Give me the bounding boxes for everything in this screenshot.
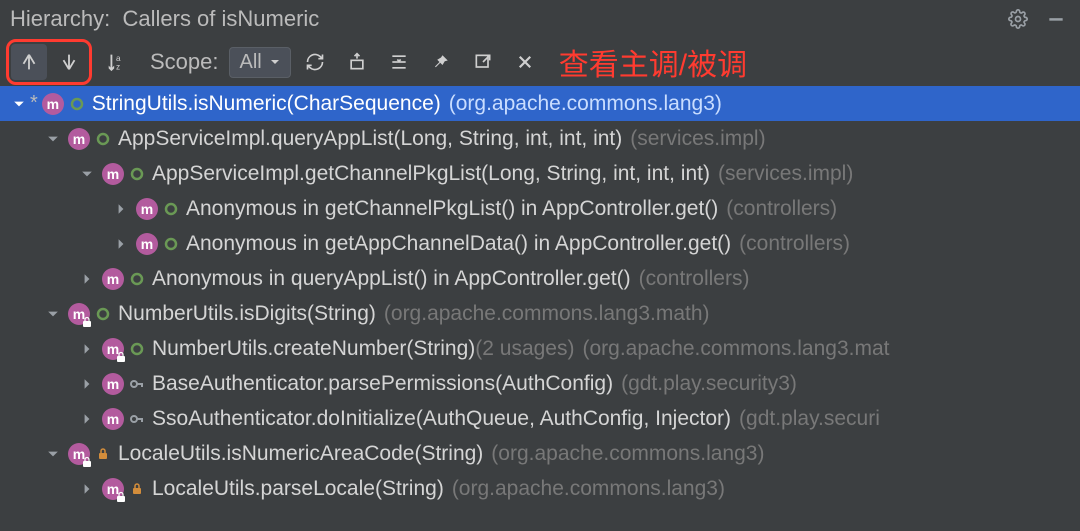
sort-alpha-button[interactable]: az xyxy=(98,44,134,80)
method-badge-icon: m xyxy=(102,163,124,185)
expand-all-button[interactable] xyxy=(381,44,417,80)
package-label: (controllers) xyxy=(726,197,837,221)
method-badge-icon: m xyxy=(68,303,90,325)
method-signature: LocaleUtils.parseLocale(String) xyxy=(152,477,444,501)
tree-row[interactable]: m SsoAuthenticator.doInitialize(AuthQueue… xyxy=(0,401,1080,436)
package-label: (gdt.play.security3) xyxy=(621,372,797,396)
method-signature: Anonymous in queryAppList() in AppContro… xyxy=(152,267,631,291)
expand-arrow[interactable] xyxy=(76,413,98,425)
titlebar: Hierarchy: Callers of isNumeric xyxy=(0,0,1080,38)
expand-arrow[interactable] xyxy=(8,98,30,110)
expand-arrow[interactable] xyxy=(76,273,98,285)
method-badge-icon: m xyxy=(102,408,124,430)
method-signature: AppServiceImpl.getChannelPkgList(Long, S… xyxy=(152,162,710,186)
expand-arrow[interactable] xyxy=(42,308,64,320)
tree-row[interactable]: m BaseAuthenticator.parsePermissions(Auth… xyxy=(0,366,1080,401)
package-label: (org.apache.commons.lang3) xyxy=(452,477,725,501)
star-icon: * xyxy=(30,92,38,115)
tree-row[interactable]: m NumberUtils.createNumber(String)(2 usag… xyxy=(0,331,1080,366)
visibility-icon xyxy=(128,377,146,391)
visibility-icon xyxy=(128,412,146,426)
annotation-text: 查看主调/被调 xyxy=(559,40,747,84)
visibility-icon xyxy=(128,167,146,181)
usages-count: (2 usages) xyxy=(475,337,574,361)
method-signature: LocaleUtils.isNumericAreaCode(String) xyxy=(118,442,483,466)
expand-arrow[interactable] xyxy=(42,133,64,145)
visibility-icon xyxy=(94,447,112,461)
method-signature: BaseAuthenticator.parsePermissions(AuthC… xyxy=(152,372,613,396)
method-badge-icon: m xyxy=(102,268,124,290)
tree-row[interactable]: m Anonymous in getChannelPkgList() in App… xyxy=(0,191,1080,226)
tree-row[interactable]: m Anonymous in getAppChannelData() in App… xyxy=(0,226,1080,261)
callers-button[interactable] xyxy=(11,44,47,80)
visibility-icon xyxy=(128,482,146,496)
package-label: (controllers) xyxy=(639,267,750,291)
pin-button[interactable] xyxy=(423,44,459,80)
expand-arrow[interactable] xyxy=(76,343,98,355)
hierarchy-title: Hierarchy: Callers of isNumeric xyxy=(10,6,319,32)
method-badge-icon: m xyxy=(102,373,124,395)
expand-arrow[interactable] xyxy=(110,238,132,250)
visibility-icon xyxy=(162,202,180,216)
svg-text:z: z xyxy=(116,62,120,71)
tree-row[interactable]: *m StringUtils.isNumeric(CharSequence) (or… xyxy=(0,86,1080,121)
method-signature: Anonymous in getChannelPkgList() in AppC… xyxy=(186,197,718,221)
minimize-icon[interactable] xyxy=(1042,5,1070,33)
method-badge-icon: m xyxy=(136,198,158,220)
expand-arrow[interactable] xyxy=(76,483,98,495)
package-label: (org.apache.commons.lang3) xyxy=(491,442,764,466)
method-badge-icon: m xyxy=(102,478,124,500)
scope-select[interactable]: All xyxy=(229,47,291,78)
expand-arrow[interactable] xyxy=(76,378,98,390)
chevron-down-icon xyxy=(270,57,280,67)
export-button[interactable] xyxy=(465,44,501,80)
tree-row[interactable]: m LocaleUtils.parseLocale(String) (org.apa… xyxy=(0,471,1080,506)
method-badge-icon: m xyxy=(102,338,124,360)
expand-arrow[interactable] xyxy=(76,168,98,180)
tree-row[interactable]: m AppServiceImpl.getChannelPkgList(Long, … xyxy=(0,156,1080,191)
caller-callee-toggle-group xyxy=(6,39,92,85)
package-label: (services.impl) xyxy=(630,127,765,151)
method-signature: NumberUtils.createNumber(String) xyxy=(152,337,475,361)
method-badge-icon: m xyxy=(68,128,90,150)
call-hierarchy-tree[interactable]: *mStringUtils.isNumeric(CharSequence)(or… xyxy=(0,86,1080,506)
gear-icon[interactable] xyxy=(1004,5,1032,33)
package-label: (gdt.play.securi xyxy=(739,407,880,431)
method-badge-icon: m xyxy=(136,233,158,255)
method-signature: AppServiceImpl.queryAppList(Long, String… xyxy=(118,127,622,151)
method-badge-icon: m xyxy=(68,443,90,465)
tree-row[interactable]: m AppServiceImpl.queryAppList(Long, Strin… xyxy=(0,121,1080,156)
visibility-icon xyxy=(128,272,146,286)
visibility-icon xyxy=(94,307,112,321)
package-label: (org.apache.commons.lang3) xyxy=(449,92,722,116)
autoscroll-source-button[interactable] xyxy=(339,44,375,80)
method-signature: StringUtils.isNumeric(CharSequence) xyxy=(92,92,441,116)
expand-arrow[interactable] xyxy=(110,203,132,215)
package-label: (controllers) xyxy=(739,232,850,256)
method-badge-icon: m xyxy=(42,93,64,115)
method-signature: SsoAuthenticator.doInitialize(AuthQueue,… xyxy=(152,407,731,431)
tree-row[interactable]: m Anonymous in queryAppList() in AppContr… xyxy=(0,261,1080,296)
close-button[interactable] xyxy=(507,44,543,80)
refresh-button[interactable] xyxy=(297,44,333,80)
method-signature: Anonymous in getAppChannelData() in AppC… xyxy=(186,232,731,256)
package-label: (org.apache.commons.lang3.mat xyxy=(582,337,889,361)
visibility-icon xyxy=(68,97,86,111)
visibility-icon xyxy=(94,132,112,146)
tree-row[interactable]: m LocaleUtils.isNumericAreaCode(String) (o… xyxy=(0,436,1080,471)
toolbar: az Scope: All 查看主调/被调 xyxy=(0,38,1080,86)
scope-label: Scope: xyxy=(150,49,219,75)
visibility-icon xyxy=(128,342,146,356)
method-signature: NumberUtils.isDigits(String) xyxy=(118,302,376,326)
package-label: (services.impl) xyxy=(718,162,853,186)
callees-button[interactable] xyxy=(51,44,87,80)
visibility-icon xyxy=(162,237,180,251)
expand-arrow[interactable] xyxy=(42,448,64,460)
scope-value: All xyxy=(240,51,262,74)
tree-row[interactable]: m NumberUtils.isDigits(String) (org.apache… xyxy=(0,296,1080,331)
package-label: (org.apache.commons.lang3.math) xyxy=(384,302,710,326)
